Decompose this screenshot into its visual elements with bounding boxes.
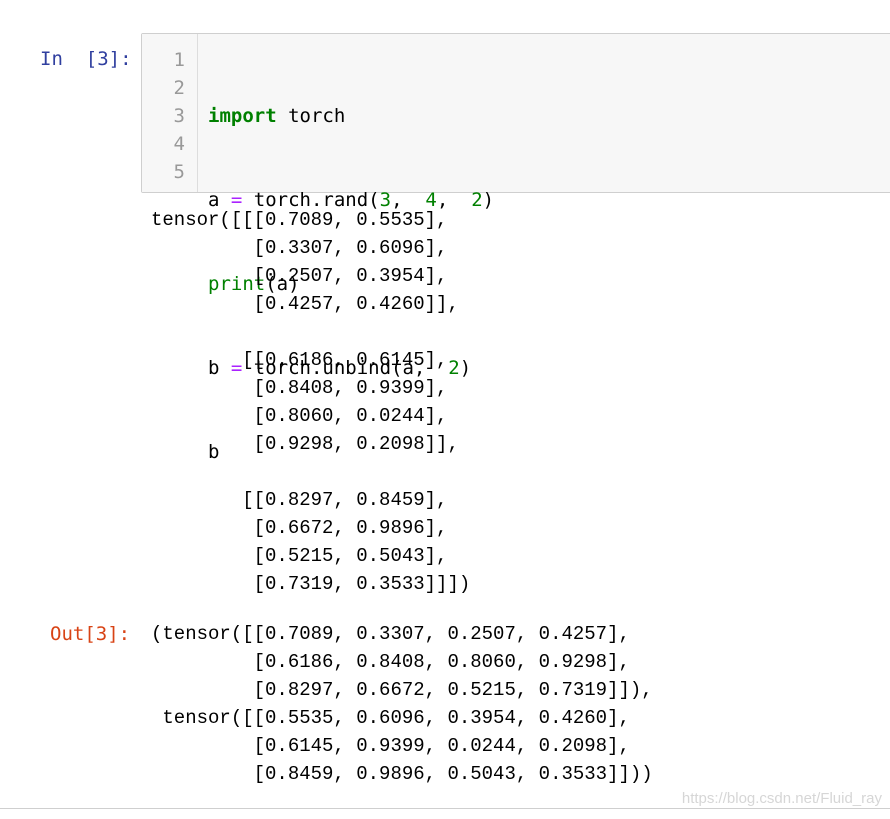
notebook-cell: In [3]: 1 2 3 4 5 import torch a = torch… bbox=[0, 0, 890, 819]
code-line-1: import torch bbox=[208, 102, 494, 130]
code-token: ) bbox=[482, 189, 495, 211]
line-number-gutter: 1 2 3 4 5 bbox=[142, 34, 198, 192]
output-prompt: Out[3]: bbox=[50, 623, 131, 645]
stdout-output: tensor([[[0.7089, 0.5535], [0.3307, 0.60… bbox=[151, 209, 471, 595]
number-literal: 2 bbox=[471, 189, 483, 211]
watermark: https://blog.csdn.net/Fluid_ray bbox=[681, 790, 882, 807]
line-numbers: 1 2 3 4 5 bbox=[173, 49, 185, 183]
keyword-import: import bbox=[208, 105, 277, 127]
code-token: torch bbox=[276, 105, 346, 127]
code-editor[interactable]: 1 2 3 4 5 import torch a = torch.rand(3,… bbox=[141, 33, 890, 463]
cell-divider bbox=[0, 808, 890, 809]
result-output: (tensor([[0.7089, 0.3307, 0.2507, 0.4257… bbox=[151, 623, 653, 785]
input-prompt: In [3]: bbox=[40, 48, 132, 70]
